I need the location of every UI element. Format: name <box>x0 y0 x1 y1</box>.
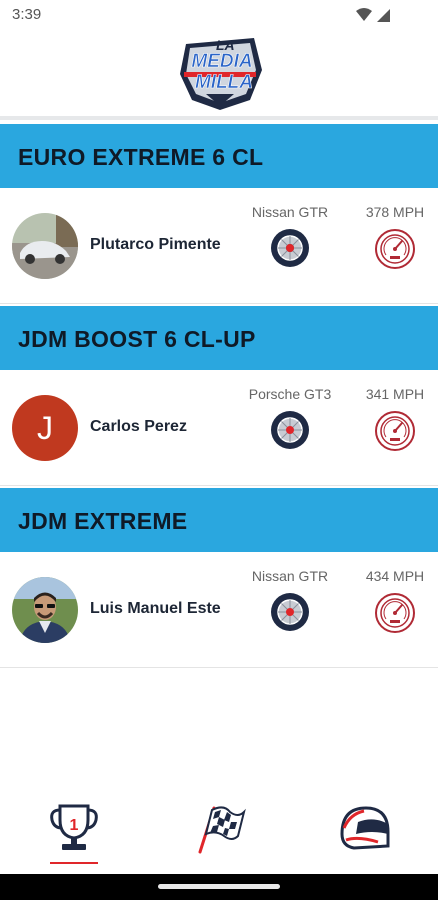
speedometer-icon <box>375 593 415 633</box>
selected-tab-indicator <box>50 862 98 864</box>
helmet-icon <box>340 806 390 850</box>
driver-name: Carlos Perez <box>90 418 187 435</box>
la-media-milla-logo: LA MEDIA MILLA <box>180 37 262 110</box>
category-header: EURO EXTREME 6 CL <box>0 124 438 188</box>
speedometer-icon <box>375 411 415 451</box>
driver-row[interactable]: J Carlos Perez Porsche GT3 341 MPH <box>0 370 438 486</box>
avatar-initial: J <box>12 395 78 461</box>
category-header: JDM EXTREME <box>0 488 438 552</box>
logo-text-milla: MILLA <box>195 72 253 93</box>
signal-icon <box>377 9 390 22</box>
car-model: Nissan GTR <box>251 568 329 584</box>
category-title: EURO EXTREME 6 CL <box>18 144 264 170</box>
tire-icon <box>271 411 309 449</box>
speedometer-icon <box>375 229 415 269</box>
system-gesture-bar <box>0 874 438 900</box>
trophy-icon: 1 <box>50 804 98 850</box>
checkered-flag-icon <box>198 806 246 854</box>
car-photo-avatar <box>12 213 78 279</box>
category-title: JDM BOOST 6 CL-UP <box>18 326 256 352</box>
category-header: JDM BOOST 6 CL-UP <box>0 306 438 370</box>
nav-leaderboard-tab[interactable]: 1 <box>44 802 104 864</box>
speed-value: 434 MPH <box>365 568 425 584</box>
driver-row[interactable]: Plutarco Pimente Nissan GTR 378 MPH <box>0 188 438 304</box>
logo-text-media: MEDIA <box>191 51 252 72</box>
driver-row[interactable]: Luis Manuel Este Nissan GTR 434 MPH <box>0 552 438 668</box>
speed-value: 341 MPH <box>365 386 425 402</box>
tire-icon <box>271 229 309 267</box>
nav-races-tab[interactable] <box>190 802 250 864</box>
speed-value: 378 MPH <box>365 204 425 220</box>
app-header: LA MEDIA MILLA <box>0 28 438 120</box>
car-model: Nissan GTR <box>251 204 329 220</box>
avatar <box>12 577 78 643</box>
bottom-navigation: 1 <box>0 782 438 874</box>
driver-name: Plutarco Pimente <box>90 236 221 253</box>
status-bar: 3:39 <box>0 0 438 28</box>
tire-icon <box>271 593 309 631</box>
driver-name: Luis Manuel Este <box>90 600 221 617</box>
category-title: JDM EXTREME <box>18 508 188 534</box>
avatar <box>12 213 78 279</box>
status-icons <box>356 8 390 22</box>
svg-text:1: 1 <box>70 817 79 834</box>
home-gesture-handle[interactable] <box>158 884 280 889</box>
driver-photo-avatar <box>12 577 78 643</box>
status-time: 3:39 <box>12 6 42 23</box>
wifi-icon <box>356 8 372 21</box>
car-model: Porsche GT3 <box>248 386 332 402</box>
nav-profile-tab[interactable] <box>334 802 394 864</box>
